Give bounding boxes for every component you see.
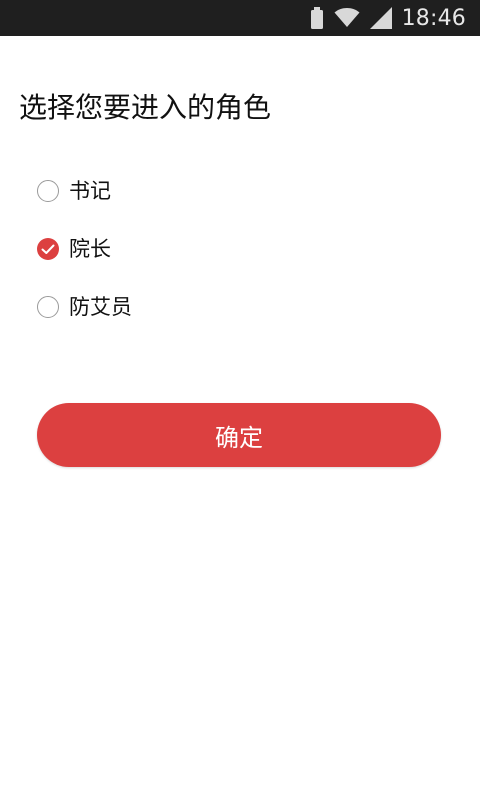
- radio-unchecked-icon[interactable]: [37, 180, 59, 202]
- signal-icon: [369, 7, 392, 29]
- radio-unchecked-icon[interactable]: [37, 296, 59, 318]
- status-bar: 18:46: [0, 0, 480, 36]
- page-title: 选择您要进入的角色: [19, 91, 272, 124]
- status-time: 18:46: [401, 5, 466, 31]
- role-option-aids-officer[interactable]: 防艾员: [37, 286, 437, 328]
- role-option-secretary[interactable]: 书记: [37, 170, 437, 212]
- role-radio-group: 书记 院长 防艾员: [37, 170, 437, 344]
- confirm-button[interactable]: 确定: [37, 403, 441, 467]
- battery-icon: [310, 7, 324, 29]
- radio-checked-icon[interactable]: [37, 238, 59, 260]
- role-option-dean[interactable]: 院长: [37, 228, 437, 270]
- role-option-label: 书记: [69, 179, 111, 203]
- status-icons: 18:46: [310, 0, 466, 36]
- role-option-label: 院长: [69, 237, 111, 261]
- wifi-icon: [334, 8, 360, 28]
- role-option-label: 防艾员: [69, 295, 132, 319]
